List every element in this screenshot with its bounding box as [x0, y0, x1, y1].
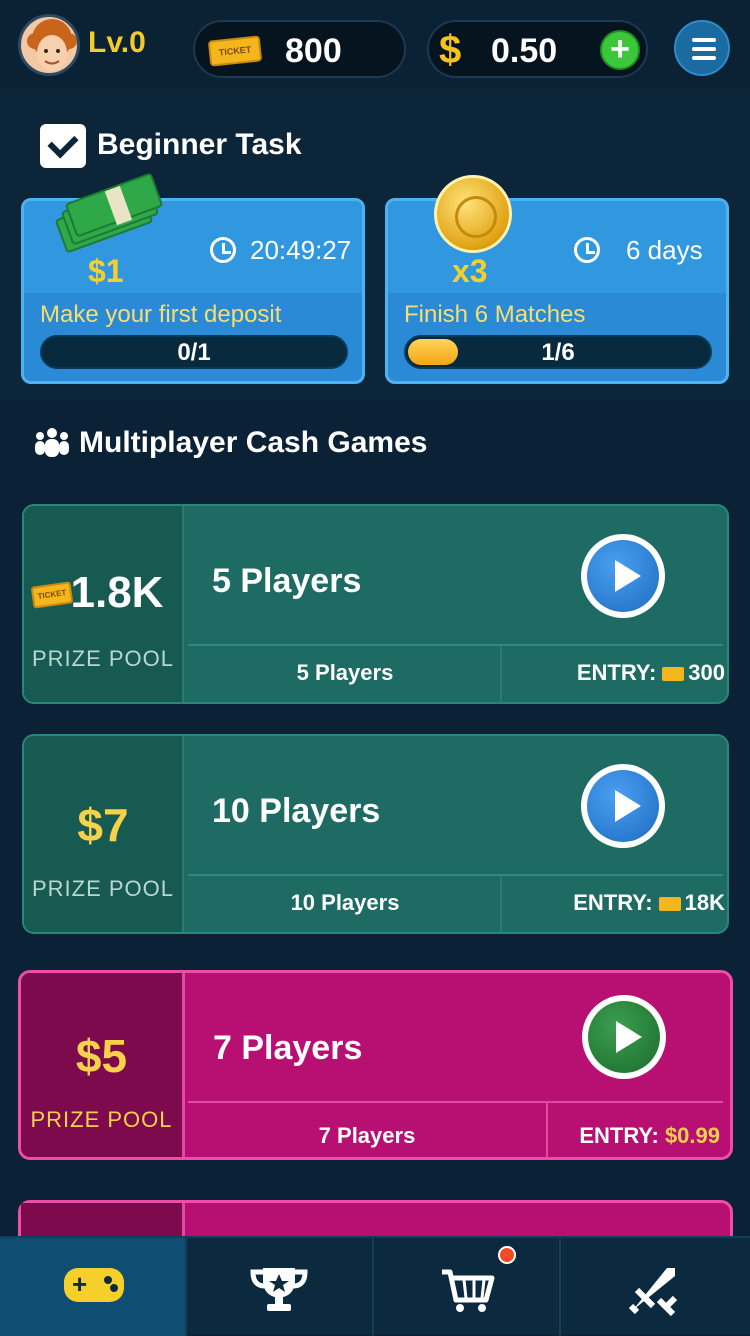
cart-icon	[442, 1269, 495, 1312]
prize-pool-label: PRIZE POOL	[31, 646, 175, 671]
prize-pool-label: PRIZE POOL	[30, 1107, 173, 1132]
game-name: 7 Players	[213, 1029, 363, 1067]
clock-icon	[210, 237, 236, 263]
task-card-matches[interactable]: x3 6 days Finish 6 Matches 1/6	[385, 175, 729, 384]
bottom-nav	[0, 1236, 750, 1336]
ticket-icon	[662, 667, 685, 682]
trophy-icon	[250, 1268, 308, 1311]
tab-battle[interactable]	[561, 1238, 748, 1336]
dollar-icon: $	[439, 28, 462, 72]
beginner-task-title: Beginner Task	[97, 128, 302, 161]
play-button[interactable]	[582, 995, 666, 1079]
add-cash-button[interactable]: +	[600, 30, 640, 70]
task-card-deposit[interactable]: $1 20:49:27 Make your first deposit 0/1	[21, 172, 365, 384]
gamepad-icon	[64, 1268, 124, 1302]
prize-pool-value: 1.8K	[70, 568, 164, 617]
sword-icon	[628, 1268, 678, 1317]
play-icon	[615, 790, 641, 822]
clipboard-check-icon	[40, 124, 86, 168]
play-icon	[615, 560, 641, 592]
game-players: 5 Players	[296, 660, 394, 685]
task-timer: 6 days	[626, 235, 703, 265]
menu-button[interactable]	[674, 20, 730, 76]
prize-pool-value: $7	[77, 799, 129, 851]
task-progress-text: 0/1	[177, 339, 211, 366]
task-reward: $1	[88, 253, 124, 289]
task-progress-bar: 0/1	[40, 335, 348, 369]
menu-icon	[692, 38, 716, 42]
game-card-10-players[interactable]: $7 PRIZE POOL 10 Players 10 Players ENTR…	[22, 734, 729, 934]
game-players: 10 Players	[290, 890, 400, 915]
ticket-icon	[658, 897, 681, 912]
game-entry: ENTRY: 300	[576, 660, 725, 685]
people-icon	[35, 428, 69, 458]
gold-coin-icon	[434, 175, 512, 253]
top-bar: Lv.0 TICKET 800 $ 0.50 +	[0, 0, 750, 88]
game-players: 7 Players	[318, 1123, 416, 1148]
task-reward: x3	[452, 253, 488, 289]
ticket-balance-value: 800	[285, 32, 342, 70]
prize-pool-panel: $5 PRIZE POOL	[21, 973, 185, 1157]
prize-pool-label: PRIZE POOL	[31, 876, 175, 901]
level-label: Lv.0	[88, 26, 146, 59]
play-icon	[616, 1021, 642, 1053]
entry-amount: $0.99	[664, 1123, 720, 1148]
beginner-task-section: Beginner Task $1 20:49:27 Make your firs…	[0, 88, 750, 400]
task-progress-text: 1/6	[541, 339, 575, 366]
tab-games[interactable]	[0, 1238, 187, 1336]
tab-shop[interactable]	[374, 1238, 561, 1336]
prize-pool-panel: TICKET 1.8K PRIZE POOL	[24, 506, 184, 702]
entry-amount: 300	[688, 660, 725, 685]
clock-icon	[574, 237, 600, 263]
play-button[interactable]	[581, 764, 665, 848]
ticket-icon: TICKET	[207, 35, 263, 67]
game-name: 5 Players	[212, 562, 362, 600]
game-card-7-players[interactable]: $5 PRIZE POOL 7 Players 7 Players ENTRY:…	[18, 970, 733, 1160]
entry-amount: 18K	[684, 890, 725, 915]
play-button[interactable]	[581, 534, 665, 618]
cash-balance[interactable]: $ 0.50 +	[427, 20, 648, 78]
multiplayer-title: Multiplayer Cash Games	[79, 426, 428, 459]
game-entry: ENTRY: $0.99	[579, 1123, 720, 1148]
game-name: 10 Players	[212, 792, 381, 830]
prize-pool-value: $5	[75, 1030, 128, 1082]
game-card-5-players[interactable]: TICKET 1.8K PRIZE POOL 5 Players 5 Playe…	[22, 504, 729, 704]
notification-dot	[498, 1246, 516, 1264]
cash-stack-icon	[54, 172, 164, 254]
avatar[interactable]	[18, 14, 80, 76]
tab-leaderboard[interactable]	[187, 1238, 374, 1336]
task-timer: 20:49:27	[250, 235, 352, 265]
cash-balance-value: 0.50	[491, 32, 558, 70]
prize-pool-panel: $7 PRIZE POOL	[24, 736, 184, 932]
game-entry: ENTRY: 18K	[573, 890, 725, 915]
task-description: Make your first deposit	[40, 301, 282, 328]
ticket-balance[interactable]: TICKET 800	[193, 20, 406, 78]
task-progress-bar: 1/6	[404, 335, 712, 369]
task-description: Finish 6 Matches	[404, 301, 586, 328]
